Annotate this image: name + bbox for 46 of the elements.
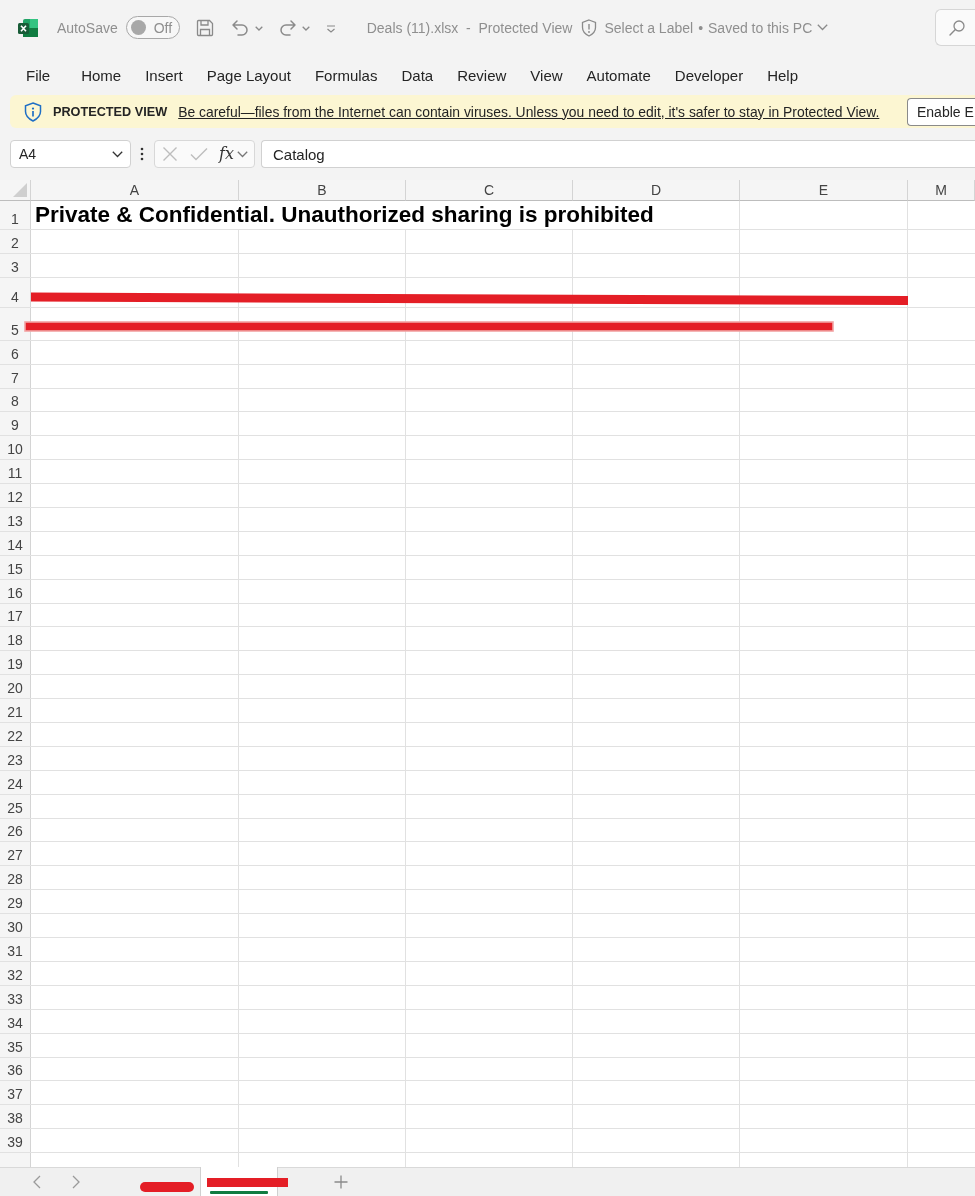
redo-icon[interactable] xyxy=(277,18,298,37)
menu-tab[interactable]: File xyxy=(14,60,63,90)
shield-info-icon xyxy=(24,101,42,122)
column-header[interactable]: A xyxy=(31,180,239,201)
cancel-icon[interactable] xyxy=(162,146,178,162)
menu-tab[interactable]: Automate xyxy=(574,60,663,90)
column-header[interactable]: D xyxy=(573,180,740,201)
protected-view-title: PROTECTED VIEW xyxy=(53,104,168,119)
spreadsheet-app-icon xyxy=(18,17,38,38)
shield-icon[interactable] xyxy=(581,18,598,37)
separator-dot: • xyxy=(698,19,704,36)
save-icon[interactable] xyxy=(195,18,214,37)
undo-icon[interactable] xyxy=(229,18,250,37)
search-icon xyxy=(949,19,965,36)
column-header[interactable]: M xyxy=(908,180,975,201)
insert-function-button[interactable]: fx xyxy=(219,143,234,165)
triangle-icon xyxy=(13,183,27,197)
search-field[interactable] xyxy=(935,9,975,46)
chevron-right-icon xyxy=(72,1175,80,1189)
column-header[interactable]: C xyxy=(406,180,573,201)
menu-tab[interactable]: Formulas xyxy=(302,60,390,90)
toggle-knob-icon xyxy=(130,20,146,35)
protected-view-message-link[interactable]: Be careful—files from the Internet can contain viruses. Unless you need to edit, it's safer to stay in Protected View. xyxy=(178,103,880,120)
column-header[interactable]: B xyxy=(239,180,406,201)
document-title: Deals (11).xlsx - Protected View xyxy=(366,19,573,36)
autosave-label: AutoSave xyxy=(57,19,118,36)
caret-icon[interactable] xyxy=(112,150,123,158)
select-all-button[interactable] xyxy=(0,180,31,201)
menu-tab[interactable]: Review xyxy=(445,60,519,90)
formula-input[interactable]: Catalog xyxy=(261,140,975,168)
check-icon[interactable] xyxy=(190,147,208,161)
menu-tab[interactable]: Data xyxy=(389,60,446,90)
menu-tab[interactable]: Help xyxy=(755,60,811,90)
vertical-dots-icon[interactable] xyxy=(140,147,144,161)
line-caret-icon[interactable] xyxy=(325,24,336,33)
menu-tab[interactable]: Page Layout xyxy=(194,60,303,90)
column-header[interactable]: E xyxy=(740,180,908,201)
enable-editing-button[interactable]: Enable E xyxy=(907,97,975,126)
menu-tab[interactable]: Insert xyxy=(133,60,195,90)
chevron-left-icon xyxy=(33,1175,41,1189)
name-box[interactable]: A4 xyxy=(10,140,131,168)
menu-tab[interactable]: Home xyxy=(69,60,134,90)
chevron-down-icon[interactable] xyxy=(817,24,829,31)
menu-tab[interactable]: View xyxy=(518,60,575,90)
menu-tab[interactable]: Developer xyxy=(662,60,756,90)
plus-icon xyxy=(334,1175,348,1189)
